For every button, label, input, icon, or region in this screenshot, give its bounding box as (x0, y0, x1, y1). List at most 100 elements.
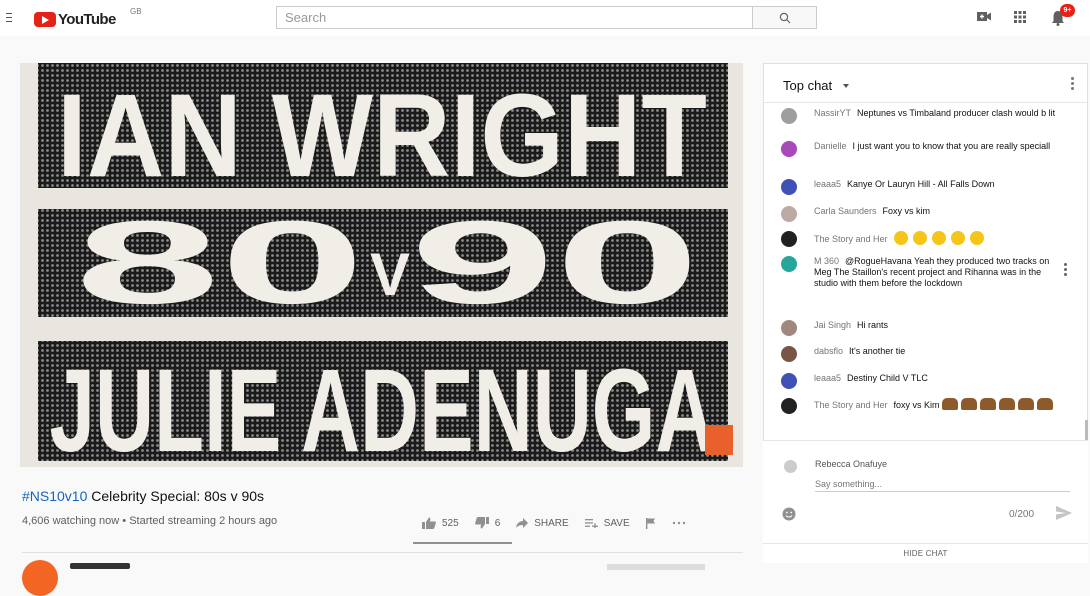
thumbs-up-icon (422, 517, 436, 529)
chat-avatar[interactable] (781, 256, 797, 272)
play-logo-icon (34, 11, 56, 27)
chat-avatar[interactable] (781, 108, 797, 124)
chat-text: It's another tie (849, 346, 906, 356)
video-player[interactable]: IAN WRIGHT 80 V 90 JULIE ADENUGA (20, 63, 743, 467)
channel-name[interactable] (70, 563, 130, 569)
chat-text: Hi rants (857, 320, 889, 330)
poster-line-2c: 90 (410, 197, 700, 329)
chat-text: I just want you to know that you are rea… (852, 141, 1051, 151)
chat-avatar[interactable] (781, 231, 797, 247)
apps-grid-icon[interactable] (1014, 11, 1026, 23)
add-to-playlist-icon (584, 519, 598, 528)
chat-avatar[interactable] (781, 373, 797, 389)
chat-text: Kanye Or Lauryn Hill - All Falls Down (847, 179, 995, 189)
thumbs-down-icon (474, 517, 489, 529)
sentiment-bar (413, 542, 512, 544)
channel-watermark (705, 425, 733, 455)
raised-hands-emoji-icon (1018, 398, 1035, 410)
raised-hands-emoji-icon (999, 398, 1016, 410)
dislike-button[interactable]: 6 (474, 517, 501, 529)
chat-header: Top chat (764, 64, 1087, 103)
chat-text: @RogueHavana Yeah they produced two trac… (814, 256, 1050, 288)
save-button[interactable]: SAVE (584, 517, 630, 529)
poster-line-2b: V (370, 241, 410, 308)
chat-text: Foxy vs kim (882, 206, 931, 216)
chat-message-body: Carla Saunders Foxy vs kim (814, 206, 1064, 217)
chat-input-area: Rebecca Onafuye 0/200 HIDE CHAT (763, 440, 1088, 563)
chat-message-body: leaaa5 Kanye Or Lauryn Hill - All Falls D… (814, 179, 1064, 190)
chat-message-body: leaaa5 Destiny Child V TLC (814, 373, 1064, 384)
search-input[interactable] (277, 7, 752, 28)
video-thumbnail: IAN WRIGHT 80 V 90 JULIE ADENUGA (20, 63, 743, 467)
more-actions-button[interactable] (672, 521, 686, 525)
menu-icon[interactable] (6, 10, 14, 22)
share-icon (516, 518, 529, 528)
laughing-emoji-icon (931, 231, 946, 245)
channel-avatar[interactable] (22, 560, 58, 596)
search-icon (779, 12, 791, 24)
chat-avatar[interactable] (781, 179, 797, 195)
chat-author[interactable]: Jai Singh (814, 320, 851, 330)
save-label: SAVE (603, 517, 630, 529)
chat-author[interactable]: The Story and Her (814, 234, 888, 244)
video-title-text: Celebrity Special: 80s v 90s (87, 488, 265, 504)
share-button[interactable]: SHARE (516, 517, 569, 529)
chat-avatar[interactable] (781, 398, 797, 414)
video-meta: 4,606 watching now • Started streaming 2… (22, 515, 278, 527)
chat-author[interactable]: NassirYT (814, 108, 851, 118)
chat-text: foxy vs Kim (893, 400, 940, 410)
chat-message-body: M 360 @RogueHavana Yeah they produced two… (814, 256, 1064, 289)
hide-chat-button[interactable]: HIDE CHAT (763, 543, 1088, 564)
video-hashtag[interactable]: #NS10v10 (22, 488, 87, 504)
raised-hands-emoji-icon (980, 398, 997, 410)
chat-author[interactable]: Danielle (814, 141, 847, 151)
report-button[interactable] (645, 517, 656, 529)
more-horizontal-icon (672, 521, 685, 525)
logo-text: YouTube (58, 10, 116, 28)
flag-icon (645, 517, 655, 529)
laughing-emoji-icon (912, 231, 927, 245)
char-counter: 0/200 (1009, 509, 1035, 520)
chat-avatar[interactable] (781, 320, 797, 336)
chat-author[interactable]: leaaa5 (814, 373, 841, 383)
chat-author[interactable]: leaaa5 (814, 179, 841, 189)
laughing-emoji-icon (969, 231, 984, 245)
chat-author[interactable]: M 360 (814, 256, 839, 266)
chat-author[interactable]: dabsflo (814, 346, 843, 356)
current-user-name: Rebecca Onafuye (815, 459, 888, 469)
chat-menu-icon[interactable] (1071, 77, 1074, 92)
send-icon[interactable] (1056, 506, 1072, 520)
chat-avatar[interactable] (781, 206, 797, 222)
divider (22, 552, 743, 553)
search-button[interactable] (752, 6, 817, 29)
raised-hands-emoji-icon (1037, 398, 1054, 410)
chat-message-input[interactable] (815, 476, 1070, 492)
raised-hands-emoji-icon (961, 398, 978, 410)
chat-message-body: dabsflo It's another tie (814, 346, 1064, 357)
laughing-emoji-icon (893, 231, 908, 245)
raised-hands-emoji-icon (942, 398, 959, 410)
region-label: GB (130, 7, 142, 16)
video-camera-icon[interactable] (977, 11, 991, 22)
search-box (276, 6, 753, 29)
emoji-picker-icon[interactable] (782, 507, 796, 521)
chat-avatar[interactable] (781, 346, 797, 362)
like-count: 525 (442, 517, 459, 529)
like-button[interactable]: 525 (422, 517, 459, 529)
poster-line-1: IAN WRIGHT (57, 70, 707, 202)
notification-badge: 9+ (1060, 4, 1075, 17)
chat-mode-selector[interactable]: Top chat (783, 78, 832, 93)
youtube-logo[interactable]: YouTube GB (34, 7, 142, 29)
chat-author[interactable]: Carla Saunders (814, 206, 877, 216)
chat-scrollbar[interactable] (1085, 420, 1088, 442)
chat-message-body: Danielle I just want you to know that you… (814, 141, 1064, 152)
share-label: SHARE (534, 517, 569, 529)
poster-line-3: JULIE ADENUGA (50, 345, 715, 467)
subscribe-button[interactable] (607, 564, 705, 570)
chat-avatar[interactable] (781, 141, 797, 157)
dislike-count: 6 (494, 517, 501, 529)
chat-message-body: Jai Singh Hi rants (814, 320, 1064, 331)
chat-author[interactable]: The Story and Her (814, 400, 888, 410)
chevron-down-icon[interactable] (843, 84, 849, 88)
message-menu-icon[interactable] (1064, 263, 1067, 278)
